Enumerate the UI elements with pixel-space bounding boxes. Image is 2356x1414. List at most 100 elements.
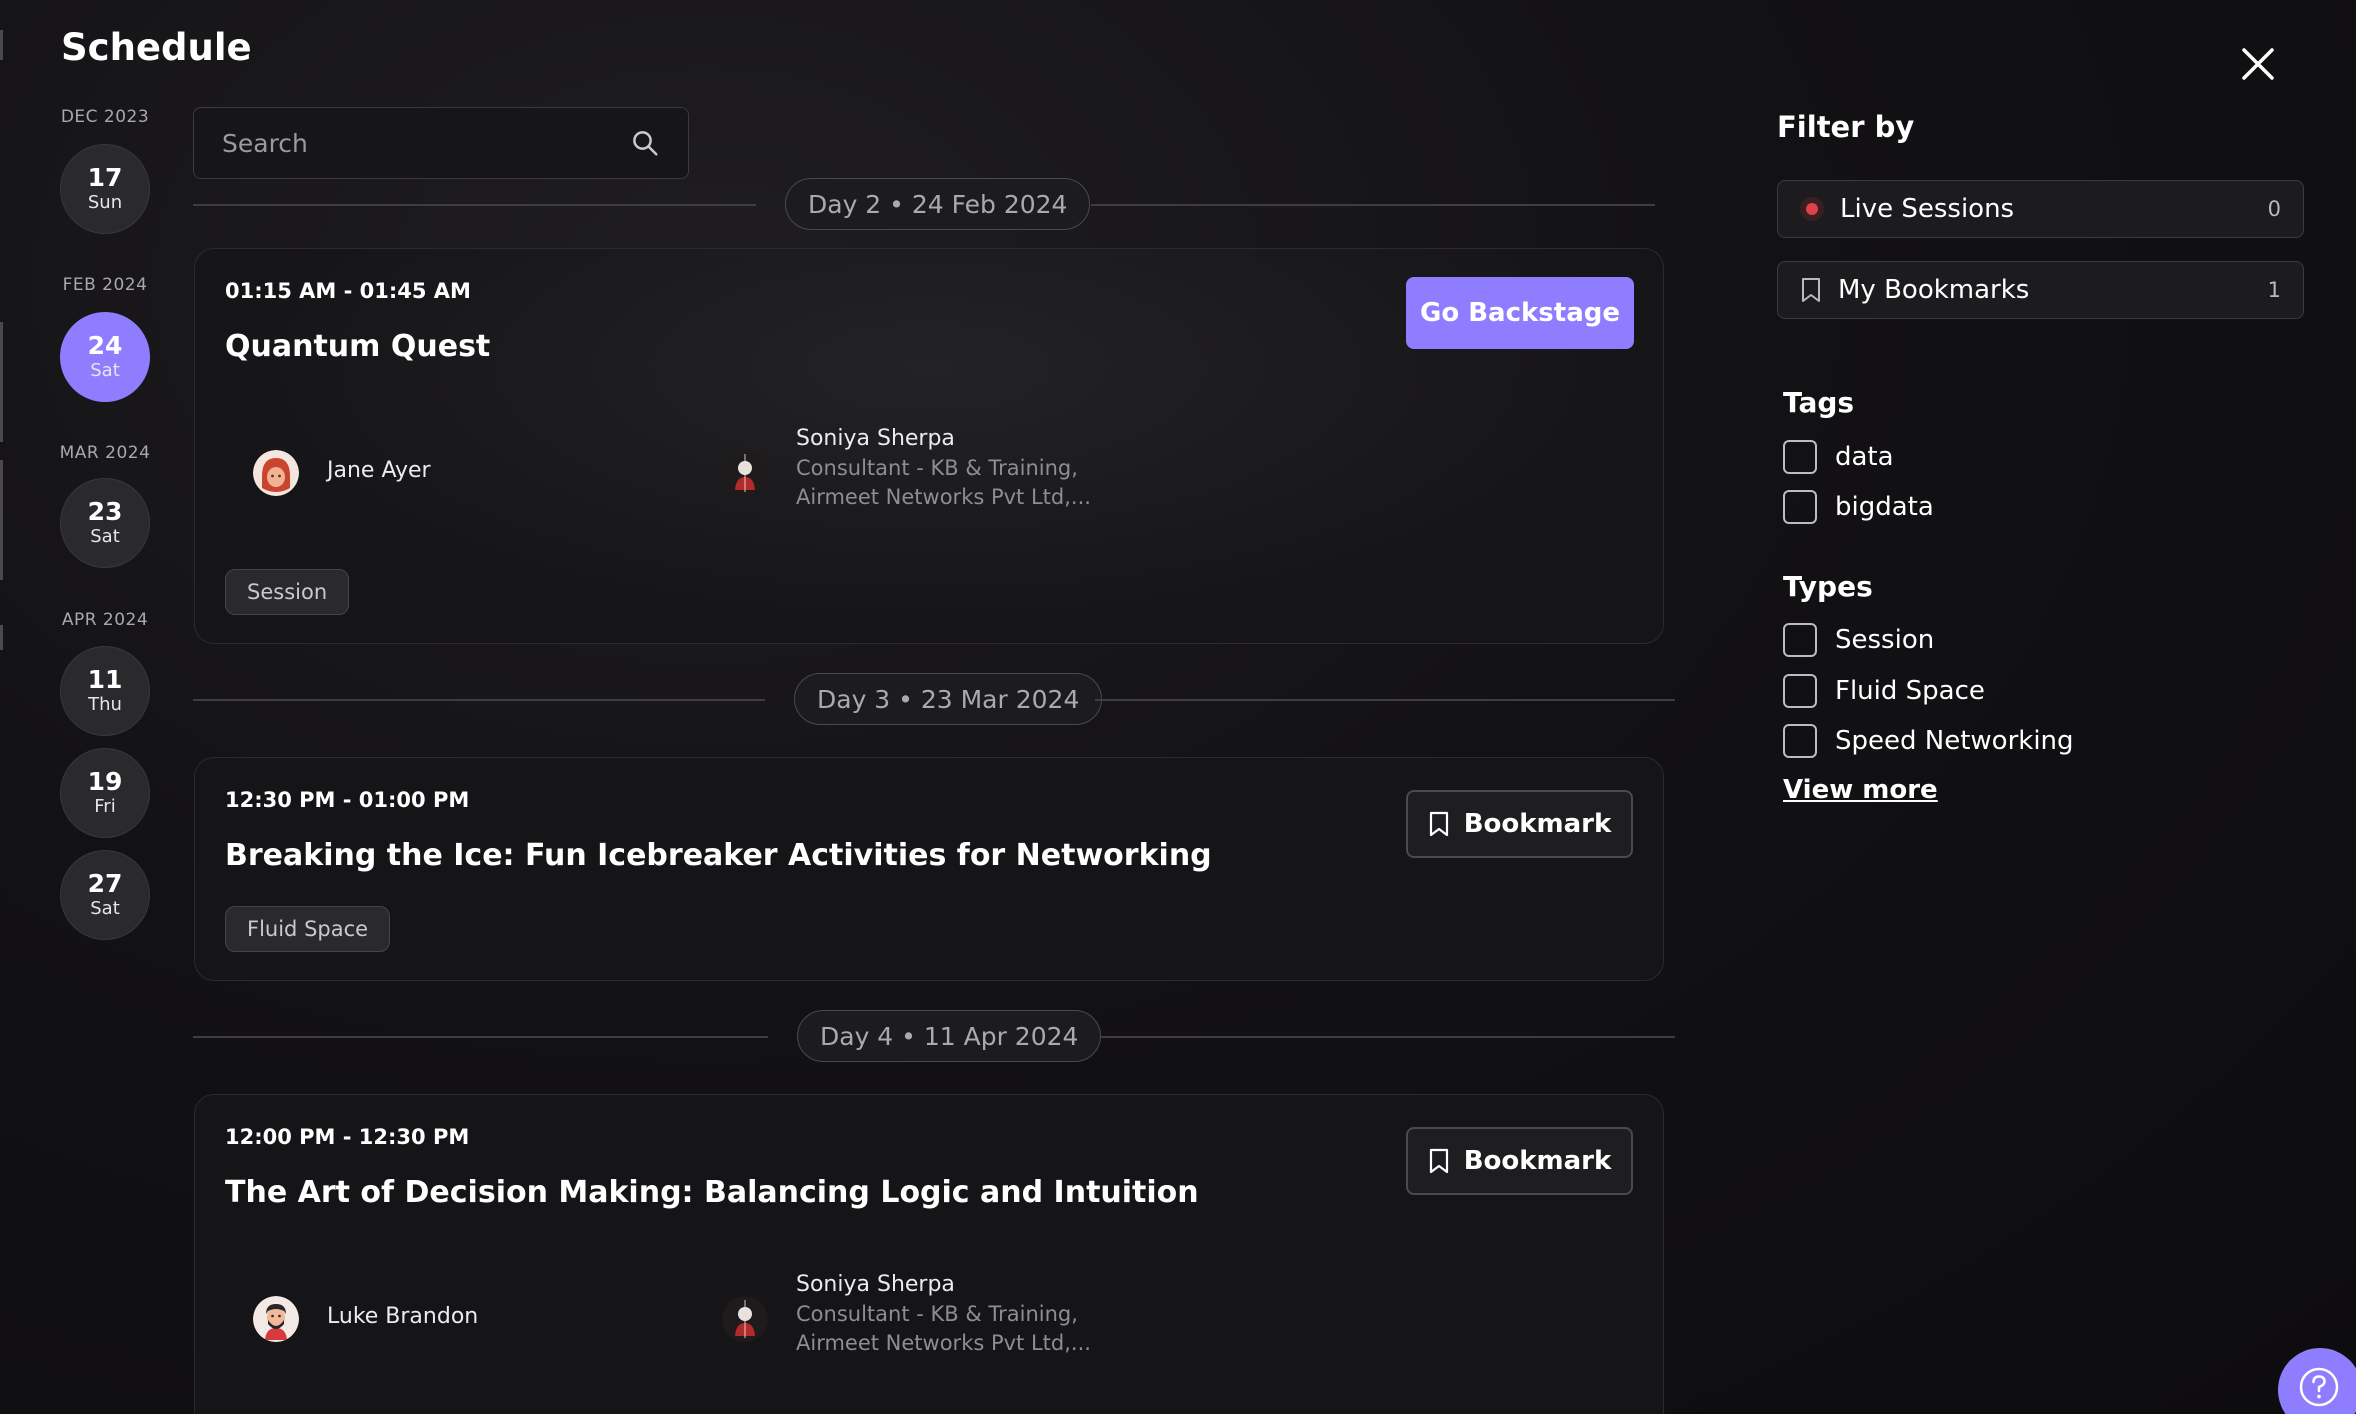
speaker-avatar	[253, 450, 299, 496]
speaker-name: Jane Ayer	[327, 458, 431, 483]
date-weekday: Sat	[90, 525, 120, 547]
speaker-role: Consultant - KB & Training,	[796, 1301, 1078, 1326]
date-number: 11	[87, 665, 123, 695]
speaker[interactable]: Jane Ayer	[253, 450, 431, 496]
bookmark-icon	[1802, 278, 1820, 302]
type-checkbox-row[interactable]: Session	[1783, 623, 1934, 657]
checkbox-label: bigdata	[1835, 492, 1934, 522]
bookmark-icon	[1429, 1148, 1448, 1174]
tags-heading: Tags	[1783, 386, 1855, 419]
session-type-tag: Fluid Space	[225, 906, 391, 952]
filter-label: My Bookmarks	[1838, 275, 2030, 305]
date-weekday: Fri	[94, 795, 116, 817]
help-button[interactable]	[2278, 1348, 2356, 1414]
page-title: Schedule	[61, 26, 252, 69]
filter-title: Filter by	[1777, 110, 1915, 144]
divider-line	[193, 1036, 768, 1038]
divider-line	[1091, 204, 1655, 206]
month-label: MAR 2024	[59, 443, 151, 463]
speaker-info: Soniya Sherpa Consultant - KB & Training…	[796, 1270, 1091, 1358]
speaker-avatar	[722, 1296, 768, 1342]
scroll-edge-mark	[0, 625, 3, 650]
divider-line	[1095, 699, 1675, 701]
checkbox[interactable]	[1783, 674, 1817, 708]
checkbox-label: Session	[1835, 625, 1935, 655]
speaker-info: Jane Ayer	[327, 450, 431, 486]
day-pill: Day 3 • 23 Mar 2024	[794, 673, 1103, 725]
search-input[interactable]	[222, 128, 630, 158]
bookmark-label: Bookmark	[1463, 1146, 1612, 1176]
search-icon[interactable]	[630, 128, 660, 158]
day-divider: Day 3 • 23 Mar 2024	[193, 673, 1675, 727]
date-item[interactable]: 11 Thu	[60, 646, 150, 736]
month-label: FEB 2024	[62, 275, 148, 295]
speaker-role: Consultant - KB & Training,	[796, 455, 1078, 480]
date-number: 24	[87, 331, 123, 361]
scroll-edge-mark	[0, 460, 3, 580]
filter-label: Live Sessions	[1840, 194, 2015, 224]
close-icon[interactable]	[2238, 44, 2278, 84]
date-item[interactable]: 17 Sun	[60, 144, 150, 234]
go-backstage-button[interactable]: Go Backstage	[1406, 277, 1634, 349]
search-box	[193, 107, 689, 179]
speaker-info: Luke Brandon	[327, 1296, 478, 1332]
session-card[interactable]: 01:15 AM - 01:45 AM Quantum Quest Go Bac…	[194, 248, 1664, 644]
session-card[interactable]: 12:30 PM - 01:00 PM Breaking the Ice: Fu…	[194, 757, 1664, 981]
speaker-company: Airmeet Networks Pvt Ltd,...	[796, 1331, 1091, 1356]
checkbox[interactable]	[1783, 724, 1817, 758]
checkbox[interactable]	[1783, 490, 1817, 524]
speaker-info: Soniya Sherpa Consultant - KB & Training…	[796, 424, 1091, 512]
view-more-link[interactable]: View more	[1783, 775, 1938, 805]
bookmark-button[interactable]: Bookmark	[1406, 790, 1633, 858]
date-weekday: Sun	[87, 191, 123, 213]
filter-my-bookmarks[interactable]: My Bookmarks 1	[1777, 261, 2304, 319]
filter-live-sessions[interactable]: Live Sessions 0	[1777, 180, 2304, 238]
checkbox[interactable]	[1783, 623, 1817, 657]
date-number: 23	[87, 497, 123, 527]
date-number: 27	[87, 869, 123, 899]
date-weekday: Sat	[90, 897, 120, 919]
bookmark-label: Bookmark	[1463, 809, 1612, 839]
speaker-avatar	[253, 1296, 299, 1342]
checkbox-label: data	[1835, 442, 1894, 472]
bookmark-icon	[1429, 811, 1448, 837]
type-checkbox-row[interactable]: Speed Networking	[1783, 724, 2074, 758]
session-title[interactable]: Breaking the Ice: Fun Icebreaker Activit…	[225, 838, 1212, 873]
session-time: 01:15 AM - 01:45 AM	[225, 279, 471, 303]
types-heading: Types	[1783, 570, 1873, 603]
day-divider: Day 2 • 24 Feb 2024	[193, 178, 1655, 232]
speaker[interactable]: Soniya Sherpa Consultant - KB & Training…	[722, 424, 1091, 512]
divider-line	[193, 204, 756, 206]
bookmark-button[interactable]: Bookmark	[1406, 1127, 1633, 1195]
filter-count: 1	[2267, 278, 2281, 302]
tag-checkbox-row[interactable]: bigdata	[1783, 490, 1934, 524]
live-indicator-icon	[1800, 197, 1824, 221]
speaker-name: Soniya Sherpa	[796, 426, 955, 451]
speaker[interactable]: Soniya Sherpa Consultant - KB & Training…	[722, 1270, 1091, 1358]
checkbox-label: Speed Networking	[1835, 726, 2074, 756]
date-item[interactable]: 19 Fri	[60, 748, 150, 838]
divider-line	[1101, 1036, 1675, 1038]
speaker-avatar	[722, 450, 768, 496]
session-title[interactable]: The Art of Decision Making: Balancing Lo…	[225, 1175, 1199, 1210]
tag-checkbox-row[interactable]: data	[1783, 440, 1894, 474]
date-item[interactable]: 23 Sat	[60, 478, 150, 568]
speaker-name: Luke Brandon	[327, 1304, 479, 1329]
checkbox-label: Fluid Space	[1835, 676, 1985, 706]
divider-line	[193, 699, 765, 701]
checkbox[interactable]	[1783, 440, 1817, 474]
session-type-tag: Session	[225, 569, 350, 615]
speaker[interactable]: Luke Brandon	[253, 1296, 478, 1342]
scroll-edge-mark	[0, 30, 3, 60]
speaker-name: Soniya Sherpa	[796, 1272, 955, 1297]
date-number: 17	[87, 163, 123, 193]
type-checkbox-row[interactable]: Fluid Space	[1783, 674, 1985, 708]
date-weekday: Thu	[88, 693, 122, 715]
session-time: 12:00 PM - 12:30 PM	[225, 1125, 470, 1149]
date-item-active[interactable]: 24 Sat	[60, 312, 150, 402]
date-number: 19	[87, 767, 123, 797]
date-item[interactable]: 27 Sat	[60, 850, 150, 940]
day-divider: Day 4 • 11 Apr 2024	[193, 1010, 1675, 1064]
session-title[interactable]: Quantum Quest	[225, 329, 490, 364]
session-card[interactable]: 12:00 PM - 12:30 PM The Art of Decision …	[194, 1094, 1664, 1414]
